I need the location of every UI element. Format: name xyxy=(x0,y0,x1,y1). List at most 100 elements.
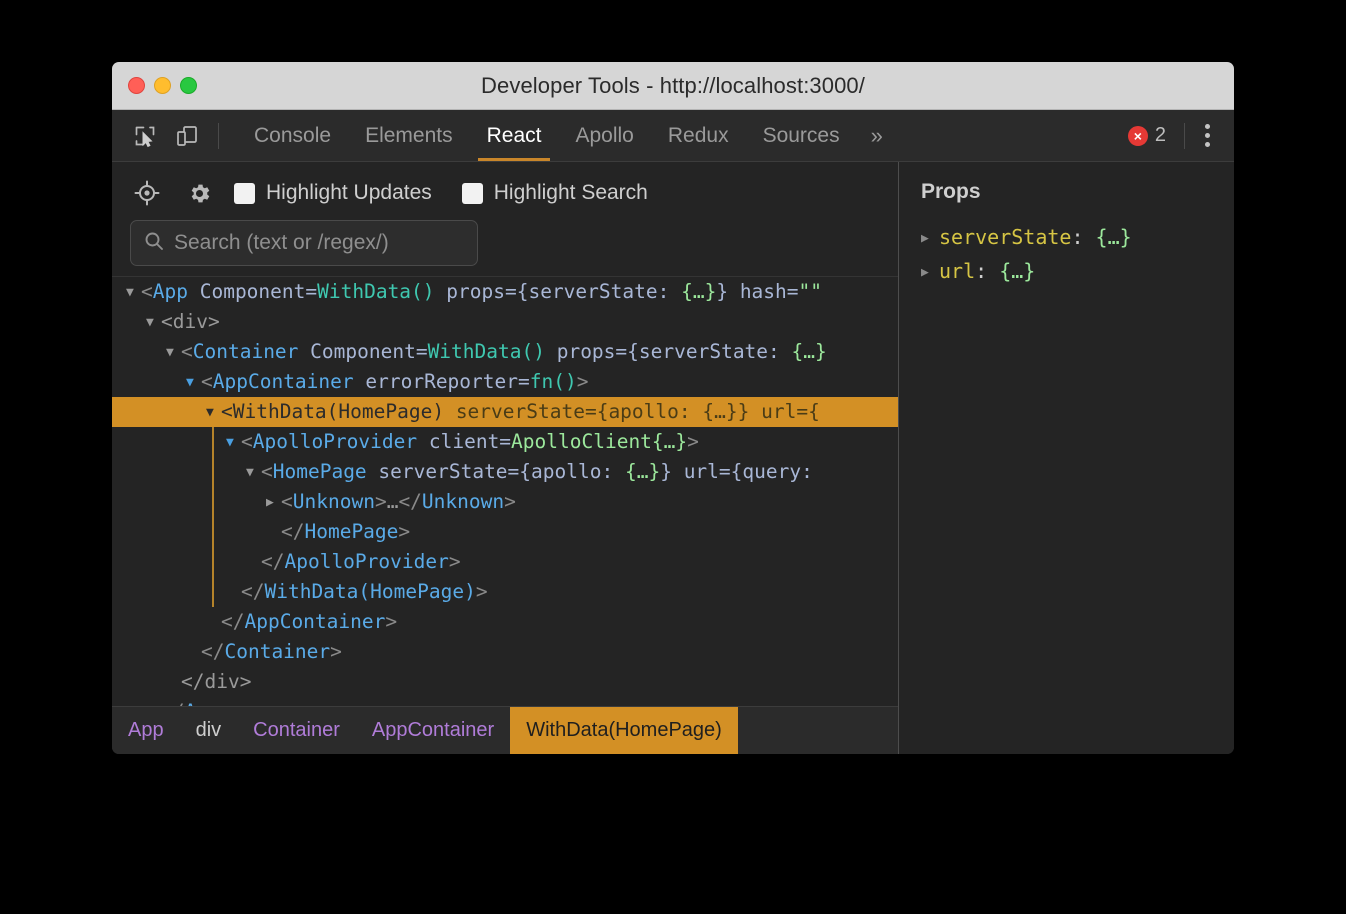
tree-token: </div> xyxy=(181,670,252,693)
target-selector-icon[interactable] xyxy=(130,176,164,210)
error-badge[interactable]: × 2 xyxy=(1127,124,1178,147)
collapse-arrow-icon[interactable]: ▼ xyxy=(146,308,161,338)
tree-token: </ xyxy=(241,580,265,603)
tree-token: { xyxy=(808,400,820,423)
breadcrumb-item[interactable]: Container xyxy=(237,707,356,754)
collapse-arrow-icon[interactable]: ▼ xyxy=(246,458,261,488)
collapse-arrow-icon[interactable]: ▼ xyxy=(166,338,181,368)
collapse-arrow-icon[interactable]: ▼ xyxy=(206,398,221,428)
inspect-element-icon[interactable] xyxy=(128,119,162,153)
prop-key: url xyxy=(939,259,976,283)
tab-apollo[interactable]: Apollo xyxy=(558,110,650,161)
tree-row[interactable]: ▼ <WithData(HomePage) serverState={apollo… xyxy=(112,397,898,427)
checkbox-box[interactable] xyxy=(234,182,255,204)
tree-row[interactable]: ▼ <HomePage serverState={apollo: {…}} url… xyxy=(112,457,898,487)
tree-token: fn() xyxy=(529,370,577,393)
tree-token: > xyxy=(504,490,516,513)
expand-arrow-icon[interactable]: ▶ xyxy=(921,256,939,290)
kebab-menu-icon[interactable] xyxy=(1191,124,1224,147)
tab-react[interactable]: React xyxy=(470,110,559,161)
tree-token: < xyxy=(281,490,293,513)
tree-row[interactable]: ▼</WithData(HomePage)> xyxy=(112,577,898,607)
collapse-arrow-icon[interactable]: ▼ xyxy=(186,368,201,398)
tree-row[interactable]: ▼</App> xyxy=(112,697,898,706)
tree-row[interactable]: ▼ <Container Component=WithData() props={… xyxy=(112,337,898,367)
tree-row[interactable]: ▼</AppContainer> xyxy=(112,607,898,637)
window-title: Developer Tools - http://localhost:3000/ xyxy=(481,72,865,98)
breadcrumb-item[interactable]: div xyxy=(180,707,238,754)
tree-token: < xyxy=(241,430,253,453)
tree-row[interactable]: ▼</Container> xyxy=(112,637,898,667)
tab-console[interactable]: Console xyxy=(237,110,348,161)
search-icon xyxy=(143,230,165,257)
tree-token: {…} xyxy=(702,400,738,423)
tree-token: </ xyxy=(201,640,225,663)
tab-sources[interactable]: Sources xyxy=(746,110,857,161)
tab-label: Sources xyxy=(762,123,840,147)
expand-arrow-icon[interactable]: ▶ xyxy=(266,488,281,518)
highlight-updates-checkbox[interactable]: Highlight Updates xyxy=(234,181,432,205)
search-box[interactable] xyxy=(130,220,478,266)
breadcrumb-item[interactable]: App xyxy=(112,707,180,754)
prop-value: {…} xyxy=(1095,225,1132,249)
react-toolbar: Highlight Updates Highlight Search xyxy=(112,162,898,276)
tree-token: App xyxy=(184,700,219,706)
error-count: 2 xyxy=(1154,124,1166,146)
breadcrumb-item[interactable]: AppContainer xyxy=(356,707,510,754)
search-input[interactable] xyxy=(174,231,465,255)
tree-token: < xyxy=(221,400,233,423)
tree-token: … xyxy=(386,490,399,513)
settings-gear-icon[interactable] xyxy=(182,176,216,210)
tree-token: WithData(HomePage) xyxy=(264,580,476,603)
collapse-arrow-icon[interactable]: ▼ xyxy=(226,428,241,458)
prop-key: serverState xyxy=(939,225,1072,249)
collapse-arrow-icon[interactable]: ▼ xyxy=(126,278,141,308)
tree-row[interactable]: ▼</ApolloProvider> xyxy=(112,547,898,577)
tree-row[interactable]: ▼</div> xyxy=(112,667,898,697)
tab-redux[interactable]: Redux xyxy=(651,110,746,161)
breadcrumb-item[interactable]: WithData(HomePage) xyxy=(510,707,738,754)
tree-row[interactable]: ▼ <AppContainer errorReporter=fn()> xyxy=(112,367,898,397)
expand-arrow-icon[interactable]: ▶ xyxy=(921,222,939,256)
more-tabs-icon[interactable]: » xyxy=(857,110,897,161)
tree-token: WithData() xyxy=(317,280,435,303)
tree-token: {query: xyxy=(730,460,813,483)
tree-token: Component= xyxy=(187,280,318,303)
breadcrumb-label: div xyxy=(195,719,222,741)
tree-token: AppContainer xyxy=(244,610,386,633)
tree-row[interactable]: ▼ <ApolloProvider client=ApolloClient{…}> xyxy=(112,427,898,457)
tree-token: < xyxy=(181,340,193,363)
tree-token: ApolloProvider xyxy=(252,430,418,453)
tree-row[interactable]: ▼ <div> xyxy=(112,307,898,337)
tree-token: <div> xyxy=(161,310,220,333)
tree-token: url= xyxy=(671,460,731,483)
tree-token: {apollo: xyxy=(519,460,625,483)
devtools-tabbar: Console Elements React Apollo Redux Sour… xyxy=(112,110,1234,162)
tree-token: HomePage xyxy=(272,460,367,483)
tree-row[interactable]: ▼</HomePage> xyxy=(112,517,898,547)
tree-row[interactable]: ▶ <Unknown>…</Unknown> xyxy=(112,487,898,517)
search-row xyxy=(130,214,898,276)
prop-row[interactable]: ▶ serverState: {…} xyxy=(921,220,1234,254)
breadcrumb: App div Container AppContainer WithData(Home… xyxy=(112,706,898,754)
tree-token: </ xyxy=(221,610,245,633)
tree-token: hash= xyxy=(728,280,799,303)
devtools-window: Developer Tools - http://localhost:3000/… xyxy=(112,62,1234,754)
highlight-search-checkbox[interactable]: Highlight Search xyxy=(461,181,648,205)
tab-elements[interactable]: Elements xyxy=(348,110,470,161)
prop-row[interactable]: ▶ url: {…} xyxy=(921,254,1234,288)
breadcrumb-label: WithData(HomePage) xyxy=(526,719,722,741)
breadcrumb-label: App xyxy=(128,719,164,741)
tree-token: > xyxy=(687,430,699,453)
tree-token: serverState= xyxy=(366,460,520,483)
component-tree[interactable]: ▼ <App Component=WithData() props={server… xyxy=(112,276,898,706)
tree-token: Component= xyxy=(298,340,428,363)
tree-token: {…} xyxy=(681,280,717,303)
props-list: ▶ serverState: {…} ▶ url: {…} xyxy=(921,220,1234,288)
tree-token: > xyxy=(448,550,461,573)
tree-token: {apollo: xyxy=(596,400,703,423)
breadcrumb-label: AppContainer xyxy=(371,719,495,741)
tree-row[interactable]: ▼ <App Component=WithData() props={server… xyxy=(112,277,898,307)
device-toolbar-icon[interactable] xyxy=(170,119,204,153)
checkbox-box[interactable] xyxy=(461,182,483,204)
